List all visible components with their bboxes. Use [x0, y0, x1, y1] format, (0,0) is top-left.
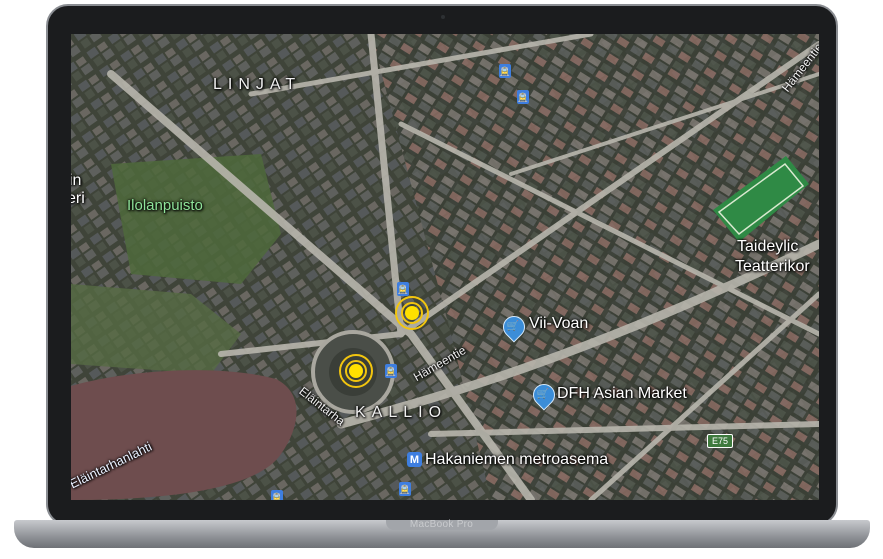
- shopping-cart-icon: 🛒: [506, 320, 520, 332]
- tram-icon[interactable]: 🚊: [385, 364, 397, 378]
- place-label: Vii-Voan: [529, 315, 589, 332]
- tram-icon[interactable]: 🚊: [499, 64, 511, 78]
- highway-shield-e75: E75: [707, 434, 734, 448]
- tram-icon[interactable]: 🚊: [517, 90, 529, 104]
- edge-label-in: in: [71, 172, 82, 189]
- edge-label-teatteri: Teatterikor: [735, 258, 810, 275]
- tram-icon[interactable]: 🚊: [271, 490, 283, 500]
- place-label: DFH Asian Market: [557, 385, 687, 402]
- satellite-map[interactable]: [71, 34, 819, 500]
- tram-icon[interactable]: 🚊: [399, 482, 411, 496]
- map-screen[interactable]: LINJAT KALLIO Ilolanpuisto Taideylic Tea…: [71, 34, 819, 500]
- target-dot: [405, 306, 419, 320]
- park-label-ilolanpuisto: Ilolanpuisto: [127, 197, 203, 214]
- edge-label-taideyli: Taideylic: [737, 238, 799, 255]
- district-label-linjat: LINJAT: [213, 76, 302, 93]
- station-label: Hakaniemen metroasema: [425, 451, 609, 468]
- brand-label: MacBook Pro: [409, 519, 474, 530]
- camera-icon: [441, 15, 445, 19]
- tram-icon[interactable]: 🚊: [397, 282, 409, 296]
- shopping-cart-icon: 🛒: [536, 388, 550, 400]
- highlight-target-icon[interactable]: [395, 296, 429, 330]
- district-label-kallio: KALLIO: [355, 404, 448, 421]
- target-dot: [349, 364, 363, 378]
- edge-label-eri: eri: [71, 190, 85, 207]
- metro-icon: M: [407, 452, 422, 467]
- highlight-target-icon[interactable]: [339, 354, 373, 388]
